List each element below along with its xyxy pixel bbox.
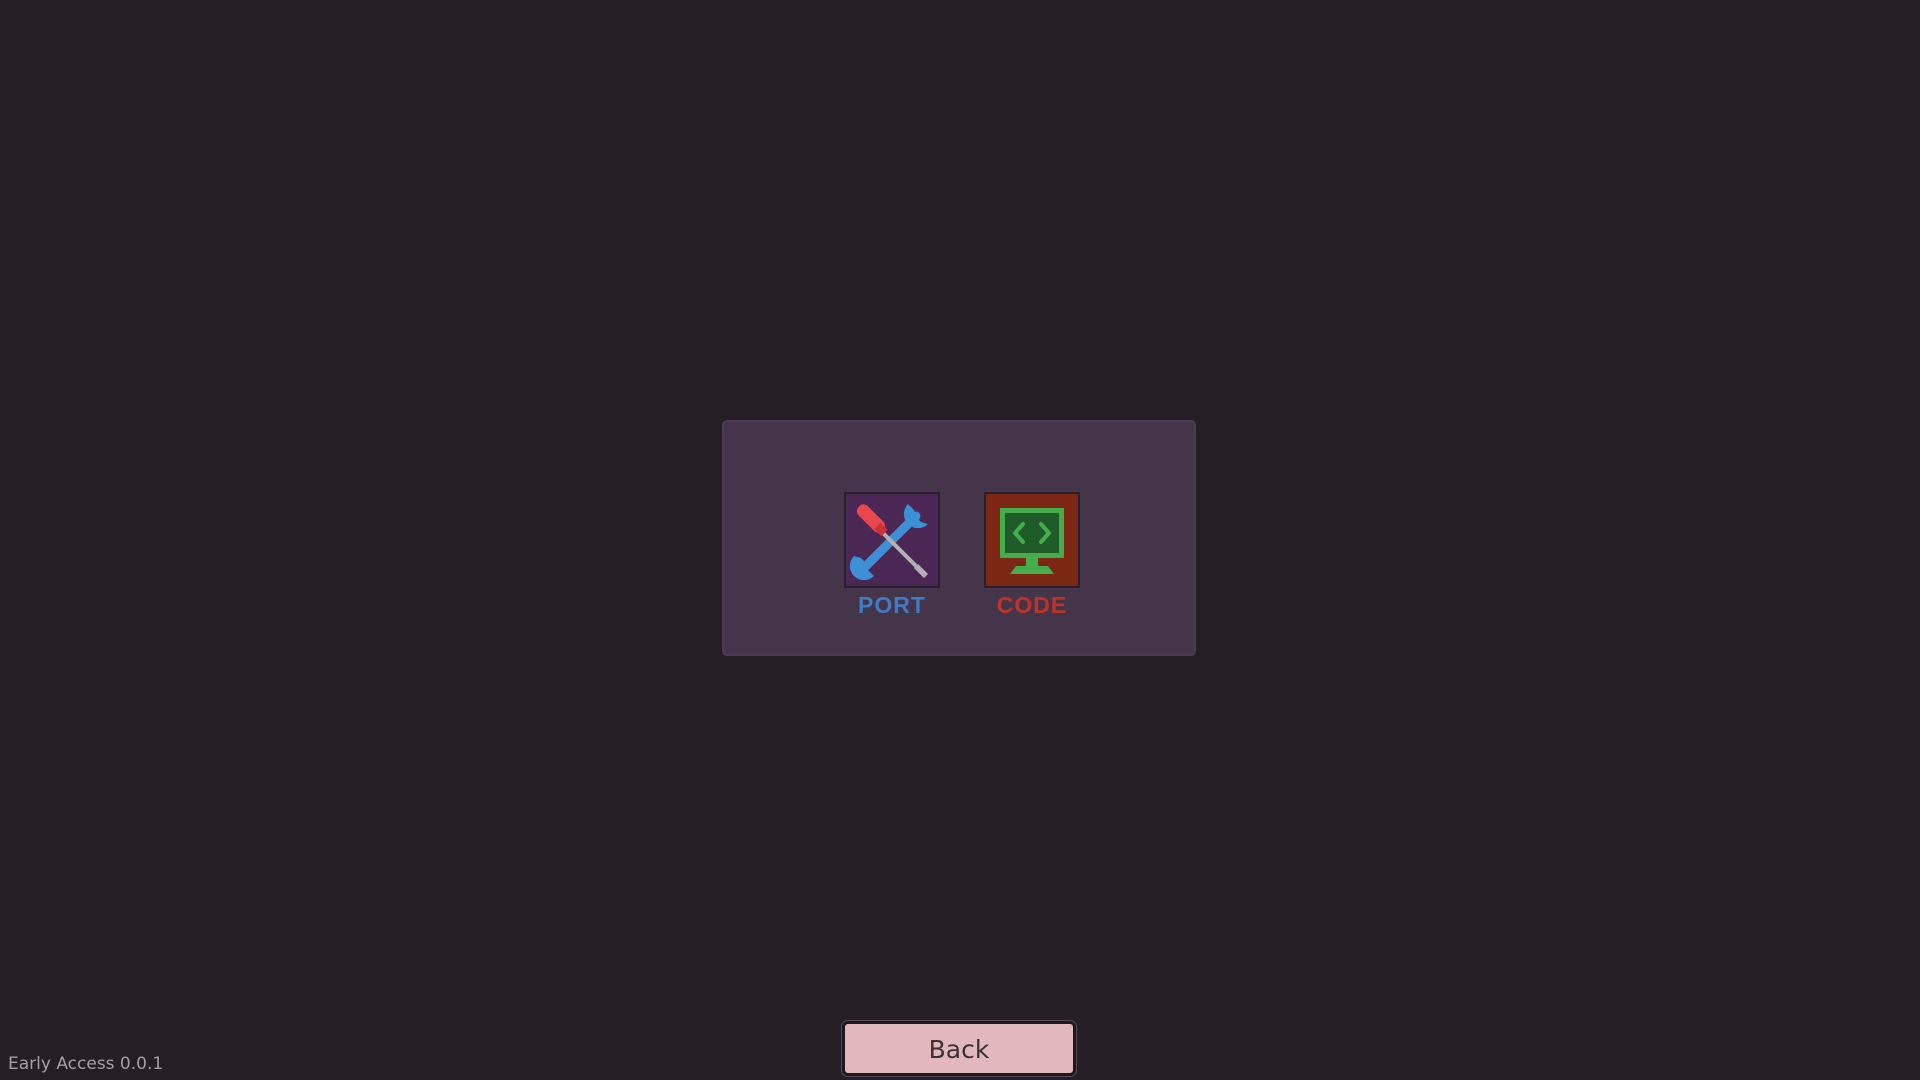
port-tile-icon-box [844, 492, 940, 588]
port-tile[interactable]: PORT [842, 492, 942, 619]
code-label: CODE [996, 592, 1068, 618]
mode-select-panel: PORT CODE [722, 420, 1196, 656]
version-label: Early Access 0.0.1 [8, 1054, 164, 1074]
code-tile[interactable]: CODE [982, 492, 1082, 619]
wrench-screwdriver-icon [849, 504, 928, 581]
code-tile-icon-box [984, 492, 1080, 588]
port-label: PORT [858, 592, 926, 618]
screen: PORT CODE Back Early Access 0.0.1 [0, 0, 1920, 1080]
code-monitor-icon [1000, 508, 1064, 574]
back-button[interactable]: Back [842, 1021, 1076, 1076]
